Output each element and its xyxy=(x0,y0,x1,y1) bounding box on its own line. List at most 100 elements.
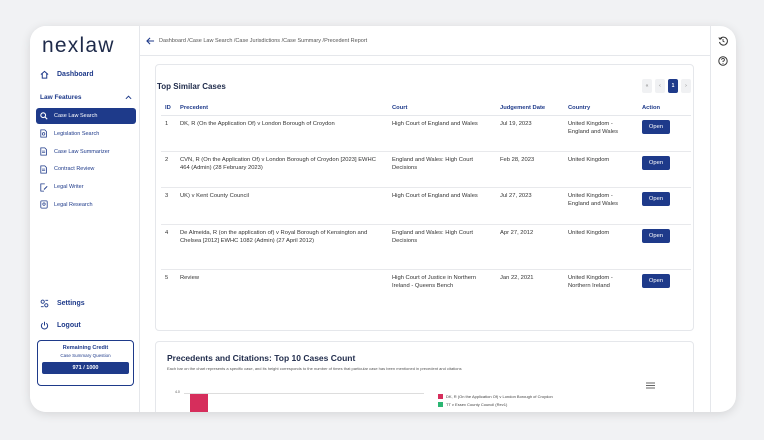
cell-country: United Kingdom xyxy=(564,224,638,270)
cell-precedent: De Almeida, R (on the application of) v … xyxy=(176,224,388,270)
sidebar-item-case-law-summarizer[interactable]: Case Law Summarizer xyxy=(36,144,136,160)
back-arrow-icon[interactable] xyxy=(146,37,155,45)
cell-date: Jul 19, 2023 xyxy=(496,115,564,152)
chart-subtitle: Each bar on the chart represents a speci… xyxy=(167,366,462,371)
sidebar-item-label: Legal Research xyxy=(54,201,93,208)
open-button[interactable]: Open xyxy=(642,273,670,288)
column-header: Country xyxy=(564,101,638,116)
sidebar-item-label: Contract Review xyxy=(54,166,95,173)
cell-court: England and Wales: High Court Decisions xyxy=(388,224,496,270)
similar-cases-card: Top Similar Cases « ‹ 1 › ID Precedent C… xyxy=(155,64,694,331)
cell-action: Open xyxy=(638,269,691,317)
open-button[interactable]: Open xyxy=(642,228,670,243)
first-page-button[interactable]: « xyxy=(642,79,652,93)
cell-date: Jan 22, 2021 xyxy=(500,274,534,281)
cell-precedent: UK) v Kent County Council xyxy=(176,187,388,225)
cell-action: Open xyxy=(638,224,691,270)
chart-title: Precedents and Citations: Top 10 Cases C… xyxy=(167,353,356,363)
sidebar-item-logout[interactable]: Logout xyxy=(40,321,81,330)
document-search-icon xyxy=(40,129,47,138)
sidebar-item-legislation-search[interactable]: Legislation Search xyxy=(36,126,136,142)
sidebar-item-label: Legal Writer xyxy=(54,184,84,191)
top-bar: Dashboard /Case Law Search /Case Jurisdi… xyxy=(140,26,710,56)
cell-country: United Kingdom - England and Wales xyxy=(564,187,638,225)
history-icon[interactable] xyxy=(718,36,728,46)
table-row: 5 Review High Court of Justice in Northe… xyxy=(161,269,691,317)
gridline xyxy=(184,393,424,394)
cell-id: 1 xyxy=(161,115,176,152)
research-icon xyxy=(40,200,48,209)
document-icon xyxy=(40,147,47,156)
app-window: nexlaw Dashboard Law Features Case Law S… xyxy=(30,26,736,412)
sidebar-item-label: Dashboard xyxy=(57,71,94,78)
document-icon xyxy=(40,165,47,174)
search-icon xyxy=(40,112,48,120)
precedents-chart-card: Precedents and Citations: Top 10 Cases C… xyxy=(155,341,694,412)
legend-item[interactable]: DK, R (On the Application Of) v London B… xyxy=(438,392,553,400)
cell-id: 3 xyxy=(161,187,176,225)
open-button[interactable]: Open xyxy=(642,191,670,206)
cell-action: Open xyxy=(638,151,691,188)
cell-date: Apr 27, 2012 xyxy=(496,224,564,270)
chart-bar[interactable] xyxy=(190,394,208,412)
sidebar-item-case-law-search[interactable]: Case Law Search xyxy=(36,108,136,124)
cell-id: 2 xyxy=(161,151,176,188)
logo: nexlaw xyxy=(42,34,115,57)
sidebar-item-legal-research[interactable]: Legal Research xyxy=(36,197,136,213)
sidebar-item-label: Case Law Summarizer xyxy=(54,148,110,155)
right-utility-bar xyxy=(710,26,736,412)
open-button[interactable]: Open xyxy=(642,155,670,170)
section-title: Top Similar Cases xyxy=(157,82,226,91)
cell-court: High Court of Justice in Northern Irelan… xyxy=(392,274,477,290)
law-features-list: Case Law Search Legislation Search Case … xyxy=(36,108,136,215)
cell-court: High Court of England and Wales xyxy=(388,115,496,152)
table-row: 1 DK, R (On the Application Of) v London… xyxy=(161,115,691,152)
chart-menu-icon[interactable] xyxy=(646,382,655,389)
help-icon[interactable] xyxy=(718,56,728,66)
cell-court: England and Wales: High Court Decisions xyxy=(388,151,496,188)
law-features-toggle[interactable]: Law Features xyxy=(40,94,132,101)
cell-id: 5 xyxy=(165,274,169,281)
prev-page-button[interactable]: ‹ xyxy=(655,79,665,93)
power-icon xyxy=(40,321,49,330)
current-page-button[interactable]: 1 xyxy=(668,79,678,93)
sidebar-item-label: Case Law Search xyxy=(54,113,98,119)
sidebar-item-label: Legislation Search xyxy=(54,130,100,137)
legend-item[interactable]: TT v Essex County Council (Rev1) xyxy=(438,400,553,408)
sidebar-item-legal-writer[interactable]: Legal Writer xyxy=(36,179,136,195)
breadcrumb[interactable]: Dashboard /Case Law Search /Case Jurisdi… xyxy=(159,38,367,44)
sidebar-item-label: Logout xyxy=(57,322,81,329)
cell-id: 4 xyxy=(161,224,176,270)
cell-precedent: CVN, R (On the Application Of) v London … xyxy=(176,151,388,188)
legend-label: TT v Essex County Council (Rev1) xyxy=(446,401,508,407)
legend-swatch xyxy=(438,401,443,407)
open-button[interactable]: Open xyxy=(642,119,670,134)
chart-legend: DK, R (On the Application Of) v London B… xyxy=(438,392,553,408)
law-features-heading: Law Features xyxy=(40,94,82,101)
table-row: 4 De Almeida, R (on the application of) … xyxy=(161,224,691,270)
cell-court: High Court of England and Wales xyxy=(388,187,496,225)
cell-country: United Kingdom - Northern Ireland xyxy=(568,274,613,290)
sidebar: nexlaw Dashboard Law Features Case Law S… xyxy=(30,26,140,412)
column-header: ID xyxy=(161,101,176,116)
cell-date: Jul 27, 2023 xyxy=(496,187,564,225)
cell-action: Open xyxy=(638,187,691,225)
chevron-up-icon xyxy=(125,95,132,100)
sidebar-item-settings[interactable]: Settings xyxy=(40,299,85,308)
column-header: Judgement Date xyxy=(496,101,564,116)
next-page-button[interactable]: › xyxy=(681,79,691,93)
credit-title: Remaining Credit xyxy=(62,345,109,351)
sidebar-item-dashboard[interactable]: Dashboard xyxy=(40,70,94,79)
table-row: 3 UK) v Kent County Council High Court o… xyxy=(161,187,691,225)
column-header: Precedent xyxy=(176,101,388,116)
legend-swatch xyxy=(438,393,443,399)
sidebar-item-label: Settings xyxy=(57,300,85,307)
sidebar-item-contract-review[interactable]: Contract Review xyxy=(36,161,136,177)
cell-country: United Kingdom - England and Wales xyxy=(564,115,638,152)
home-icon xyxy=(40,70,49,79)
cell-date: Feb 28, 2023 xyxy=(496,151,564,188)
remaining-credit-card: Remaining Credit Case Summary Question 9… xyxy=(37,340,134,386)
similar-cases-table: ID Precedent Court Judgement Date Countr… xyxy=(161,101,691,317)
settings-icon xyxy=(40,299,49,308)
column-header: Court xyxy=(388,101,496,116)
